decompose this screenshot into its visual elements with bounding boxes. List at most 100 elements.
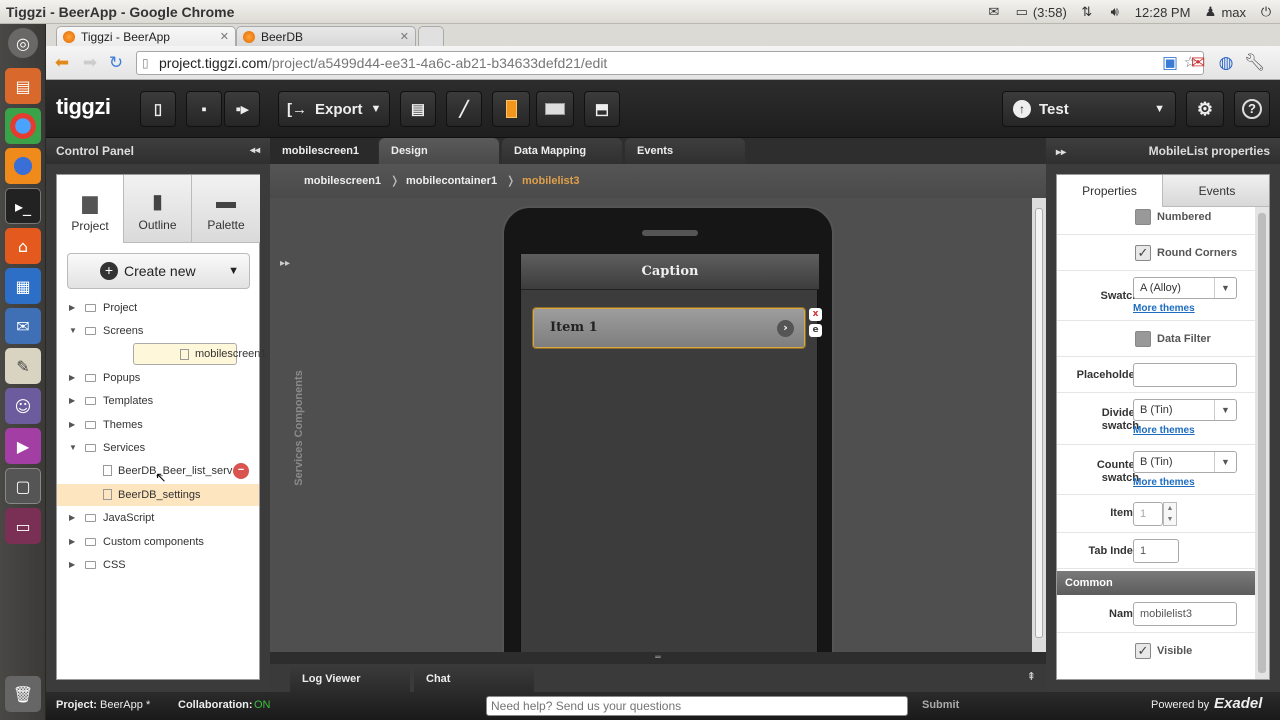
tree-item-beerdb-settings[interactable]: BeerDB_settings xyxy=(57,484,259,506)
settings-button[interactable]: ⚙ xyxy=(1186,91,1224,127)
tab-palette[interactable]: ▬ Palette xyxy=(192,175,260,243)
terminal-icon[interactable]: ▸_ xyxy=(5,188,41,224)
exadel-logo[interactable]: Exadel xyxy=(1214,695,1262,712)
tree-item-custom-components[interactable]: ▶ Custom components xyxy=(57,531,259,553)
screenshot-icon[interactable]: ▭ xyxy=(5,508,41,544)
collapse-right-icon[interactable]: ▸▸ xyxy=(1056,147,1066,158)
extension-icon[interactable]: ▣ xyxy=(1160,53,1180,73)
counter-swatch-select[interactable]: B (Tin) ▼ xyxy=(1133,451,1237,473)
tab-chat[interactable]: Chat xyxy=(414,666,534,692)
collaboration-state[interactable]: ON xyxy=(254,699,271,711)
close-tab-icon[interactable]: ✕ xyxy=(400,30,409,43)
tab-index-input[interactable]: 1 xyxy=(1133,539,1179,563)
address-bar[interactable]: ▯ project.tiggzi.com/project/a5499d44-ee… xyxy=(136,51,1204,75)
globe-extension-icon[interactable]: ◍ xyxy=(1216,53,1236,73)
mobile-list-item[interactable]: Item 1 › xyxy=(532,307,806,349)
browser-tab-tiggzi[interactable]: Tiggzi - BeerApp ✕ xyxy=(56,26,236,46)
new-tab-button[interactable] xyxy=(418,26,444,46)
delete-item-button[interactable]: x xyxy=(809,308,822,321)
expand-up-icon[interactable]: ⇞ xyxy=(1027,670,1036,683)
collapse-icon[interactable]: ▼ xyxy=(69,320,77,342)
export-button[interactable]: [→ Export ▼ xyxy=(278,91,390,127)
resize-handle[interactable]: ═ xyxy=(270,652,1046,664)
text-editor-icon[interactable]: ✎ xyxy=(5,348,41,384)
tree-item-mobilescreen1[interactable]: mobilescreen1 xyxy=(133,343,267,365)
thunderbird-icon[interactable]: ✉ xyxy=(5,308,41,344)
items-stepper[interactable]: 1 xyxy=(1133,502,1163,526)
collapse-icon[interactable]: ▼ xyxy=(69,437,77,459)
delete-icon[interactable]: − xyxy=(233,463,249,479)
properties-scrollbar[interactable] xyxy=(1255,207,1269,679)
tab-outline[interactable]: ▮ Outline xyxy=(124,175,192,243)
expand-icon[interactable]: ▶ xyxy=(69,554,75,576)
expand-sidebar-icon[interactable]: ▸▸ xyxy=(280,258,290,269)
save-button[interactable]: ▪ xyxy=(186,91,222,127)
save-as-button[interactable]: ▪▸ xyxy=(224,91,260,127)
expand-icon[interactable]: ▶ xyxy=(69,507,75,529)
expand-icon[interactable]: ▶ xyxy=(69,414,75,436)
chrome-icon[interactable] xyxy=(5,108,41,144)
gmail-icon[interactable]: ✉ xyxy=(1188,53,1208,73)
screen-caption[interactable]: Caption xyxy=(521,254,819,290)
scrollbar-thumb[interactable] xyxy=(1258,213,1266,673)
expand-icon[interactable]: ▶ xyxy=(69,390,75,412)
round-corners-checkbox[interactable]: ✓ xyxy=(1135,245,1151,261)
dash-home-icon[interactable]: ◎ xyxy=(8,28,38,58)
visible-checkbox[interactable]: ✓ xyxy=(1135,643,1151,659)
swatch-select[interactable]: A (Alloy) ▼ xyxy=(1133,277,1237,299)
new-file-button[interactable]: ▯ xyxy=(140,91,176,127)
breadcrumb-mobilecontainer1[interactable]: mobilecontainer1 xyxy=(406,164,497,198)
tree-item-project[interactable]: ▶ Project xyxy=(57,297,259,319)
reload-icon[interactable]: ↻ xyxy=(106,53,126,73)
tree-item-themes[interactable]: ▶ Themes xyxy=(57,414,259,436)
battery-indicator[interactable]: ▭ (3:58) xyxy=(1014,5,1067,20)
tab-properties[interactable]: Properties xyxy=(1057,175,1163,207)
edit-item-button[interactable]: e xyxy=(809,324,822,337)
trash-icon[interactable]: 🗑︎ xyxy=(5,676,41,712)
divider-swatch-select[interactable]: B (Tin) ▼ xyxy=(1133,399,1237,421)
theme-editor-button[interactable]: ╱ xyxy=(446,91,482,127)
stepper-arrows-icon[interactable]: ▲ ▼ xyxy=(1163,502,1177,526)
tab-data-mapping[interactable]: Data Mapping xyxy=(502,138,622,164)
screen-settings-button[interactable]: ▤ xyxy=(400,91,436,127)
writer-icon[interactable]: ▦ xyxy=(5,268,41,304)
expand-icon[interactable]: ▶ xyxy=(69,531,75,553)
tree-item-templates[interactable]: ▶ Templates xyxy=(57,390,259,412)
mail-icon[interactable]: ✉ xyxy=(986,5,1002,19)
forward-icon[interactable]: ➡ xyxy=(80,53,100,73)
submit-button[interactable]: Submit xyxy=(922,699,959,711)
breadcrumb-mobilescreen1[interactable]: mobilescreen1 xyxy=(304,164,381,198)
data-filter-checkbox[interactable] xyxy=(1135,331,1151,347)
help-button[interactable]: ? xyxy=(1234,91,1270,127)
services-components-label[interactable]: Services Components xyxy=(293,363,305,493)
create-new-button[interactable]: + Create new ▼ xyxy=(67,253,250,289)
volume-icon[interactable]: 🔊︎ xyxy=(1107,5,1123,19)
files-icon[interactable]: ▤ xyxy=(5,68,41,104)
more-themes-link[interactable]: More themes xyxy=(1133,303,1195,314)
tree-item-screens[interactable]: ▼ Screens xyxy=(57,320,259,342)
tab-mobilescreen1[interactable]: mobilescreen1 xyxy=(270,138,378,164)
more-themes-link[interactable]: More themes xyxy=(1133,425,1195,436)
numbered-checkbox[interactable] xyxy=(1135,209,1151,225)
workspace-switcher-icon[interactable]: ▢ xyxy=(5,468,41,504)
placeholder-input[interactable] xyxy=(1133,363,1237,387)
back-icon[interactable]: ⬅ xyxy=(52,53,72,73)
wrench-menu-icon[interactable]: 🔧︎ xyxy=(1244,53,1266,73)
clock[interactable]: 12:28 PM xyxy=(1135,5,1191,20)
breadcrumb-mobilelist3[interactable]: mobilelist3 xyxy=(522,164,579,198)
scrollbar-thumb[interactable] xyxy=(1035,208,1043,638)
tree-item-beerdb-beer-list-service[interactable]: BeerDB_Beer_list_serv − ↖ xyxy=(57,460,259,485)
user-menu[interactable]: ♟ max xyxy=(1202,5,1246,20)
firefox-icon[interactable] xyxy=(5,148,41,184)
video-editor-icon[interactable]: ▶ xyxy=(5,428,41,464)
help-question-input[interactable] xyxy=(486,696,908,716)
pidgin-icon[interactable]: ☺ xyxy=(5,388,41,424)
common-section-header[interactable]: Common xyxy=(1057,571,1255,595)
power-icon[interactable]: ⏻ xyxy=(1258,5,1274,19)
tree-item-popups[interactable]: ▶ Popups xyxy=(57,367,259,389)
collapse-left-icon[interactable]: ◂◂ xyxy=(250,138,260,164)
tree-item-javascript[interactable]: ▶ JavaScript xyxy=(57,507,259,529)
tab-project[interactable]: ▆ Project xyxy=(57,175,124,243)
landscape-view-button[interactable] xyxy=(536,91,574,127)
tree-item-css[interactable]: ▶ CSS xyxy=(57,554,259,576)
